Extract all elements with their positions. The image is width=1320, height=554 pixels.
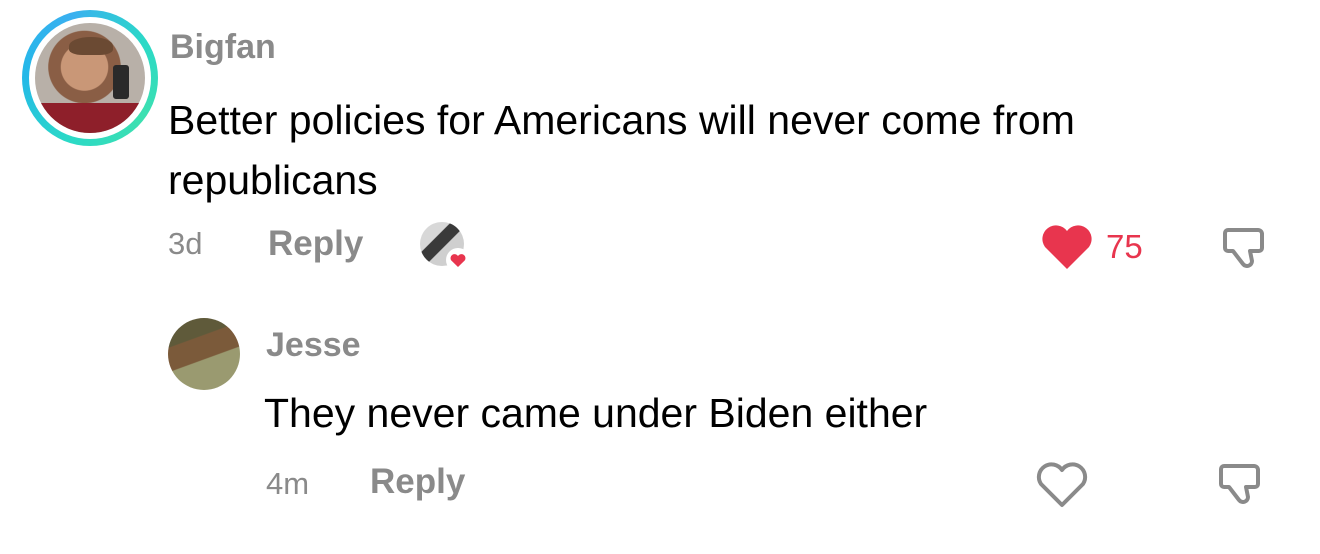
commenter-avatar-story-ring[interactable] xyxy=(22,10,158,146)
avatar-hair xyxy=(69,37,113,55)
avatar-phone xyxy=(113,65,129,99)
reply-timestamp: 4m xyxy=(266,466,310,501)
reply-text: They never came under Biden either xyxy=(264,390,928,436)
avatar-shirt xyxy=(35,103,145,133)
avatar-ring-inner xyxy=(29,17,151,139)
like-count: 75 xyxy=(1106,228,1143,265)
reply-button[interactable]: Reply xyxy=(370,462,465,502)
dislike-icon[interactable] xyxy=(1218,222,1274,274)
avatar xyxy=(35,23,145,133)
creator-liked-badge xyxy=(420,222,470,272)
reply-username[interactable]: Jesse xyxy=(266,326,361,365)
creator-liked-heart-icon xyxy=(446,248,470,272)
comment-timestamp: 3d xyxy=(168,226,203,261)
dislike-icon[interactable] xyxy=(1214,458,1270,510)
reply-avatar[interactable] xyxy=(168,318,240,390)
comment-text: Better policies for Americans will never… xyxy=(168,97,1075,203)
comment-username[interactable]: Bigfan xyxy=(170,28,276,67)
reply-button[interactable]: Reply xyxy=(268,224,363,264)
heart-icon[interactable] xyxy=(1034,460,1090,510)
heart-icon[interactable] xyxy=(1040,222,1094,272)
